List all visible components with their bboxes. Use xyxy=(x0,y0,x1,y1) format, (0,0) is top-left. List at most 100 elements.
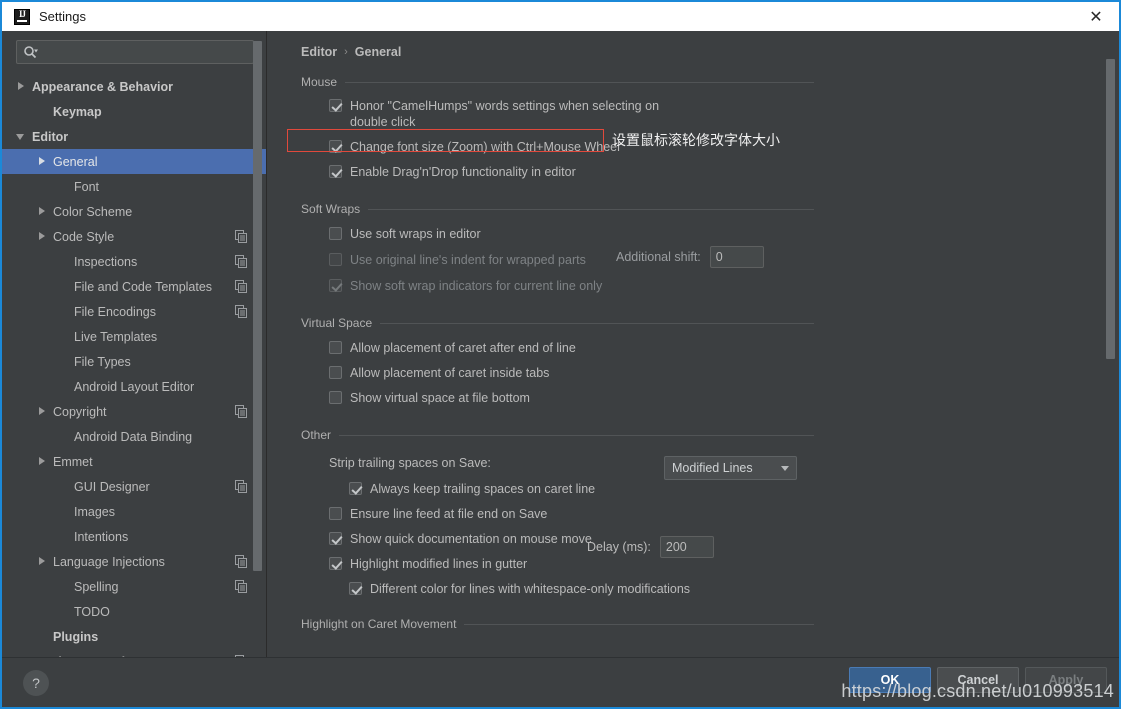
option-virtual-space-file-bottom[interactable]: Show virtual space at file bottom xyxy=(329,390,1119,406)
option-caret-inside-tabs[interactable]: Allow placement of caret inside tabs xyxy=(329,365,1119,381)
option-label: Show virtual space at file bottom xyxy=(350,391,530,405)
search-box[interactable] xyxy=(16,40,254,64)
sidebar-scrollbar-thumb[interactable] xyxy=(253,41,262,571)
chevron-right-icon[interactable] xyxy=(37,156,48,167)
sidebar-item-gui-designer[interactable]: GUI Designer xyxy=(2,474,266,499)
sidebar-item-copyright[interactable]: Copyright xyxy=(2,399,266,424)
option-enable-dragndrop[interactable]: Enable Drag'n'Drop functionality in edit… xyxy=(329,164,1119,180)
sidebar-item-todo[interactable]: TODO xyxy=(2,599,266,624)
sidebar-item-label: Live Templates xyxy=(74,329,158,344)
sidebar-item-code-style[interactable]: Code Style xyxy=(2,224,266,249)
option-label: Use original line's indent for wrapped p… xyxy=(350,253,586,267)
checkbox-change-font-size-zoom[interactable] xyxy=(329,140,342,153)
option-caret-after-eol[interactable]: Allow placement of caret after end of li… xyxy=(329,340,1119,356)
checkbox-show-quick-documentation[interactable] xyxy=(329,532,342,545)
option-different-color-whitespace[interactable]: Different color for lines with whitespac… xyxy=(349,581,1119,597)
group-divider xyxy=(345,81,814,83)
sidebar-item-font[interactable]: Font xyxy=(2,174,266,199)
chevron-right-icon[interactable] xyxy=(16,81,27,92)
option-highlight-modified-lines[interactable]: Highlight modified lines in gutter xyxy=(329,556,1119,572)
copy-sheet-icon[interactable] xyxy=(235,555,248,568)
option-always-keep-trailing-spaces[interactable]: Always keep trailing spaces on caret lin… xyxy=(349,481,1119,497)
sidebar-item-color-scheme[interactable]: Color Scheme xyxy=(2,199,266,224)
breadcrumb-current: General xyxy=(354,45,402,59)
chevron-right-icon[interactable] xyxy=(37,556,48,567)
sidebar-item-images[interactable]: Images xyxy=(2,499,266,524)
sidebar-item-file-types[interactable]: File Types xyxy=(2,349,266,374)
sidebar-scrollbar[interactable] xyxy=(253,41,262,571)
help-question-icon[interactable]: ? xyxy=(23,669,49,696)
sidebar-item-general[interactable]: General xyxy=(2,149,266,174)
copy-sheet-icon[interactable] xyxy=(235,305,248,318)
checkbox-caret-after-eol[interactable] xyxy=(329,341,342,354)
sidebar-item-plugins[interactable]: Plugins xyxy=(2,624,266,649)
settings-tree[interactable]: Appearance & Behavior Keymap Editor General… xyxy=(2,72,266,657)
checkbox-different-color-whitespace[interactable] xyxy=(349,582,362,595)
option-label: Allow placement of caret after end of li… xyxy=(350,341,576,355)
chevron-down-icon[interactable] xyxy=(16,131,27,142)
option-ensure-line-feed[interactable]: Ensure line feed at file end on Save xyxy=(329,506,1119,522)
sidebar-item-live-templates[interactable]: Live Templates xyxy=(2,324,266,349)
sidebar-item-label: Code Style xyxy=(53,229,115,244)
checkbox-show-soft-wrap-indicators[interactable] xyxy=(329,279,342,292)
copy-sheet-icon[interactable] xyxy=(235,480,248,493)
sidebar-item-appearance-behavior[interactable]: Appearance & Behavior xyxy=(2,74,266,99)
option-show-quick-documentation[interactable]: Show quick documentation on mouse move xyxy=(329,531,1119,547)
checkbox-enable-dragndrop[interactable] xyxy=(329,165,342,178)
chevron-right-icon[interactable] xyxy=(37,231,48,242)
copy-sheet-icon[interactable] xyxy=(235,405,248,418)
option-use-soft-wraps[interactable]: Use soft wraps in editor xyxy=(329,226,1119,242)
sidebar-item-label: Emmet xyxy=(53,454,93,469)
breadcrumb: Editor › General xyxy=(267,31,1119,59)
sidebar-item-label: Images xyxy=(74,504,115,519)
option-show-soft-wrap-indicators[interactable]: Show soft wrap indicators for current li… xyxy=(329,278,1119,294)
delay-field-group: Delay (ms): xyxy=(587,536,714,558)
sidebar-item-inspections[interactable]: Inspections xyxy=(2,249,266,274)
delay-input[interactable] xyxy=(659,536,714,558)
option-label: Show soft wrap indicators for current li… xyxy=(350,279,603,293)
sidebar-item-label: File and Code Templates xyxy=(74,279,213,294)
group-title-mouse: Mouse xyxy=(301,75,1119,89)
copy-sheet-icon[interactable] xyxy=(235,230,248,243)
sidebar-item-android-data-binding[interactable]: Android Data Binding xyxy=(2,424,266,449)
checkbox-honor-camelhumps[interactable] xyxy=(329,99,342,112)
chevron-right-icon[interactable] xyxy=(37,406,48,417)
sidebar-item-language-injections[interactable]: Language Injections xyxy=(2,549,266,574)
checkbox-always-keep-trailing-spaces[interactable] xyxy=(349,482,362,495)
copy-sheet-icon[interactable] xyxy=(235,255,248,268)
chevron-right-icon[interactable] xyxy=(37,206,48,217)
option-label: Different color for lines with whitespac… xyxy=(370,582,691,596)
search-input[interactable] xyxy=(38,45,247,59)
option-honor-camelhumps[interactable]: Honor "CamelHumps" words settings when s… xyxy=(329,98,1119,130)
option-label: Show quick documentation on mouse move xyxy=(350,532,592,546)
annotation-text: 设置鼠标滚轮修改字体大小 xyxy=(612,133,780,149)
checkbox-highlight-modified-lines[interactable] xyxy=(329,557,342,570)
option-label: Change font size (Zoom) with Ctrl+Mouse … xyxy=(350,140,620,154)
copy-sheet-icon[interactable] xyxy=(235,580,248,593)
sidebar-item-version-control[interactable]: Version Control xyxy=(2,649,266,657)
sidebar-item-file-and-code-templates[interactable]: File and Code Templates xyxy=(2,274,266,299)
additional-shift-input[interactable] xyxy=(709,246,764,268)
sidebar-item-emmet[interactable]: Emmet xyxy=(2,449,266,474)
sidebar-item-android-layout-editor[interactable]: Android Layout Editor xyxy=(2,374,266,399)
checkbox-use-soft-wraps[interactable] xyxy=(329,227,342,240)
group-label-other: Other xyxy=(301,428,332,442)
chevron-right-icon[interactable] xyxy=(37,456,48,467)
close-icon[interactable]: ✕ xyxy=(1073,2,1119,31)
copy-sheet-icon[interactable] xyxy=(235,280,248,293)
checkbox-virtual-space-file-bottom[interactable] xyxy=(329,391,342,404)
sidebar-item-keymap[interactable]: Keymap xyxy=(2,99,266,124)
sidebar-item-spelling[interactable]: Spelling xyxy=(2,574,266,599)
breadcrumb-root[interactable]: Editor xyxy=(301,45,337,59)
checkbox-ensure-line-feed[interactable] xyxy=(329,507,342,520)
content-scrollbar[interactable] xyxy=(1106,59,1115,359)
content-scrollbar-thumb[interactable] xyxy=(1106,59,1115,359)
sidebar-item-editor[interactable]: Editor xyxy=(2,124,266,149)
sidebar-item-file-encodings[interactable]: File Encodings xyxy=(2,299,266,324)
checkbox-caret-inside-tabs[interactable] xyxy=(329,366,342,379)
checkbox-use-original-indent[interactable] xyxy=(329,253,342,266)
sidebar-item-intentions[interactable]: Intentions xyxy=(2,524,266,549)
strip-trailing-spaces-dropdown[interactable]: Modified Lines xyxy=(664,456,797,480)
